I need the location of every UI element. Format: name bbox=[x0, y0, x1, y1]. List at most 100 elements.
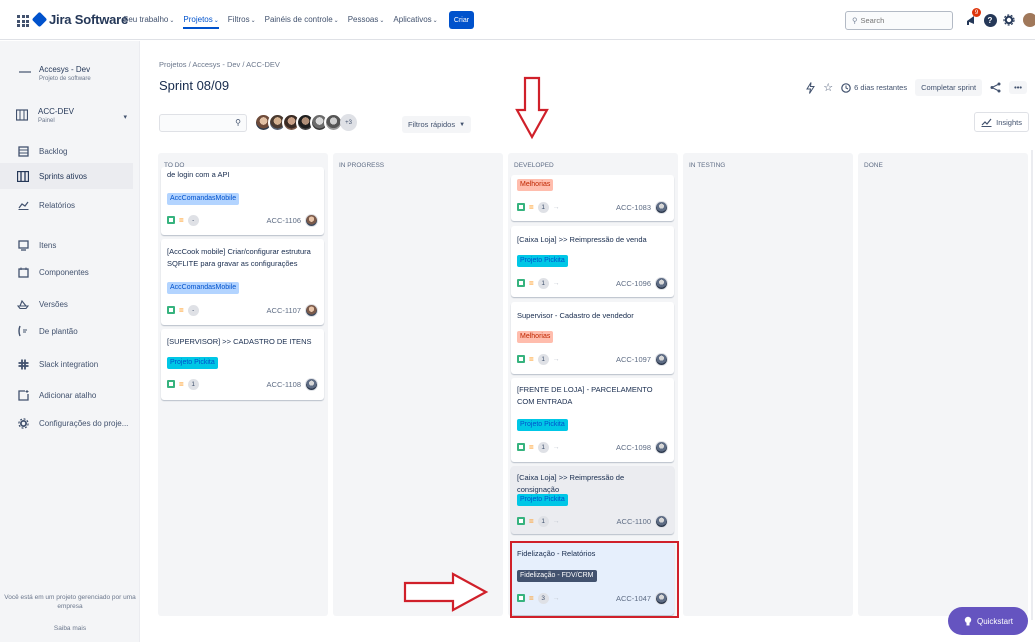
issue-key[interactable]: ACC-1106 bbox=[267, 216, 301, 225]
jira-logo[interactable]: Jira Software bbox=[31, 11, 128, 28]
star-icon[interactable]: ☆ bbox=[823, 81, 833, 94]
issue-key[interactable]: ACC-1097 bbox=[616, 355, 651, 364]
board-selector[interactable]: ACC-DEV Painel ▾ bbox=[16, 107, 133, 124]
assignee-avatar[interactable] bbox=[305, 303, 318, 317]
help-button[interactable]: ? bbox=[982, 12, 998, 28]
issue-card[interactable]: de login com a API AccComandasMobile = -… bbox=[161, 167, 324, 235]
issue-card[interactable]: [Caixa Loja] >> Reimpressão de venda Pro… bbox=[511, 226, 674, 297]
sidebar-item-backlog[interactable]: Backlog bbox=[0, 138, 133, 164]
sidebar-item-label: Componentes bbox=[39, 267, 89, 277]
epic-tag: Projeto Pickita bbox=[517, 255, 568, 267]
project-header[interactable]: Accesys - Dev Projeto de software bbox=[19, 65, 91, 82]
assignee-avatar[interactable] bbox=[655, 591, 668, 605]
nav-item-aplicativos[interactable]: Aplicativos⌄ bbox=[393, 15, 437, 29]
issue-key[interactable]: ACC-1107 bbox=[267, 306, 301, 315]
nav-item-pessoas[interactable]: Pessoas⌄ bbox=[348, 15, 385, 29]
quickstart-button[interactable]: Quickstart bbox=[948, 607, 1028, 635]
assignee-avatar[interactable] bbox=[305, 377, 318, 391]
issue-key[interactable]: ACC-1100 bbox=[617, 517, 651, 526]
nav-item-projetos[interactable]: Projetos⌄ bbox=[183, 15, 219, 29]
days-remaining: 6 dias restantes bbox=[854, 83, 908, 92]
chevron-down-icon: ⌄ bbox=[432, 18, 438, 24]
nav-item-paineis[interactable]: Painéis de controle⌄ bbox=[265, 15, 339, 29]
arrow-right-icon: → bbox=[552, 355, 560, 363]
story-icon bbox=[517, 517, 525, 525]
story-points: 3 bbox=[537, 592, 549, 604]
issue-card[interactable]: [Caixa Loja] >> Reimpressão de consignaç… bbox=[511, 466, 674, 534]
epic-tag: Melhorias bbox=[517, 331, 554, 343]
assignee-avatar[interactable] bbox=[655, 352, 668, 366]
more-avatars-badge[interactable]: +3 bbox=[340, 114, 357, 131]
issue-card-selected[interactable]: Fidelização - Relatórios Fidelização - F… bbox=[511, 542, 674, 615]
assignee-avatar[interactable] bbox=[305, 213, 318, 227]
sidebar-item-slack[interactable]: Slack integration bbox=[0, 351, 133, 377]
sidebar-item-configuracoes[interactable]: Configurações do proje... bbox=[0, 410, 133, 436]
breadcrumb[interactable]: Projetos / Accesys - Dev / ACC-DEV bbox=[159, 60, 280, 69]
gear-icon bbox=[1003, 14, 1015, 26]
assignee-avatar[interactable] bbox=[655, 514, 668, 528]
sidebar-item-label: Itens bbox=[39, 240, 57, 250]
profile-avatar[interactable] bbox=[1022, 12, 1035, 28]
learn-more-link[interactable]: Saiba mais bbox=[0, 625, 140, 632]
arrow-right-icon: → bbox=[552, 517, 560, 525]
board-icon bbox=[17, 170, 29, 182]
components-icon bbox=[17, 266, 29, 278]
board-search-input[interactable]: ⚲ bbox=[159, 114, 247, 132]
column-in-testing: IN TESTING bbox=[683, 153, 853, 616]
issue-card[interactable]: [AccCook mobile] Criar/configurar estrut… bbox=[161, 239, 324, 325]
issue-key[interactable]: ACC-1108 bbox=[267, 380, 301, 389]
share-icon[interactable] bbox=[990, 82, 1001, 93]
more-actions-icon[interactable]: ••• bbox=[1009, 81, 1027, 94]
sidebar-item-itens[interactable]: Itens bbox=[0, 232, 133, 258]
project-avatar-icon bbox=[19, 69, 31, 77]
card-title: [SUPERVISOR] >> CADASTRO DE ITENS bbox=[167, 337, 312, 346]
insights-button[interactable]: Insights bbox=[974, 112, 1029, 132]
column-developed: DEVELOPED Melhorias = 1 → ACC-1083 [Caix… bbox=[508, 153, 678, 616]
card-title: Fidelização - Relatórios bbox=[517, 549, 596, 558]
sidebar-item-versoes[interactable]: Versões bbox=[0, 291, 133, 317]
issue-card[interactable]: Supervisor - Cadastro de vendedor Melhor… bbox=[511, 302, 674, 374]
issue-key[interactable]: ACC-1083 bbox=[616, 203, 651, 212]
issue-key[interactable]: ACC-1047 bbox=[616, 594, 651, 603]
sidebar-item-relatorios[interactable]: Relatórios bbox=[0, 192, 133, 218]
global-search[interactable]: ⚲ bbox=[845, 11, 953, 30]
clock-icon bbox=[841, 82, 851, 93]
sidebar-item-de-plantao[interactable]: De plantão bbox=[0, 318, 133, 344]
story-icon bbox=[517, 203, 525, 211]
scrollbar[interactable] bbox=[1031, 150, 1033, 620]
card-title: [FRENTE DE LOJA] - PARCELAMENTO COM ENTR… bbox=[517, 385, 653, 406]
issue-key[interactable]: ACC-1096 bbox=[616, 279, 651, 288]
issue-card[interactable]: Melhorias = 1 → ACC-1083 bbox=[511, 175, 674, 221]
nav-item-filtros[interactable]: Filtros⌄ bbox=[228, 15, 256, 29]
create-button[interactable]: Criar bbox=[449, 11, 474, 29]
sidebar-item-componentes[interactable]: Componentes bbox=[0, 259, 133, 285]
on-call-icon bbox=[17, 325, 29, 337]
settings-button[interactable] bbox=[1001, 12, 1017, 28]
epic-tag: Melhorias bbox=[517, 179, 554, 191]
sidebar-item-adicionar-atalho[interactable]: Adicionar atalho bbox=[0, 382, 133, 408]
priority-medium-icon: = bbox=[529, 354, 534, 364]
search-icon: ⚲ bbox=[235, 118, 241, 127]
notifications-button[interactable]: 9 bbox=[963, 8, 981, 28]
issue-card[interactable]: [FRENTE DE LOJA] - PARCELAMENTO COM ENTR… bbox=[511, 378, 674, 462]
quick-filters-dropdown[interactable]: Filtros rápidos ▼ bbox=[402, 116, 472, 133]
annotation-arrow-right-icon bbox=[403, 572, 489, 612]
complete-sprint-button[interactable]: Completar sprint bbox=[915, 79, 983, 96]
settings-icon bbox=[17, 417, 29, 429]
sidebar-item-label: Backlog bbox=[39, 146, 68, 156]
arrow-right-icon: → bbox=[552, 203, 560, 211]
lightning-icon[interactable] bbox=[806, 81, 816, 94]
app-switcher-icon[interactable] bbox=[17, 15, 29, 27]
assignee-avatar[interactable] bbox=[655, 276, 668, 290]
story-icon bbox=[517, 443, 525, 451]
assignee-avatar[interactable] bbox=[655, 200, 668, 214]
issue-key[interactable]: ACC-1098 bbox=[616, 443, 651, 452]
issue-card[interactable]: [SUPERVISOR] >> CADASTRO DE ITENS Projet… bbox=[161, 329, 324, 400]
assignee-avatar[interactable] bbox=[655, 440, 668, 454]
column-todo: TO DO de login com a API AccComandasMobi… bbox=[158, 153, 328, 616]
nav-item-seu-trabalho[interactable]: Seu trabalho⌄ bbox=[123, 15, 174, 29]
card-meta: = 1 → ACC-1097 bbox=[517, 352, 668, 366]
sidebar-item-sprints[interactable]: Sprints ativos bbox=[0, 163, 133, 189]
arrow-right-icon: → bbox=[552, 443, 560, 451]
search-input[interactable] bbox=[860, 16, 946, 25]
